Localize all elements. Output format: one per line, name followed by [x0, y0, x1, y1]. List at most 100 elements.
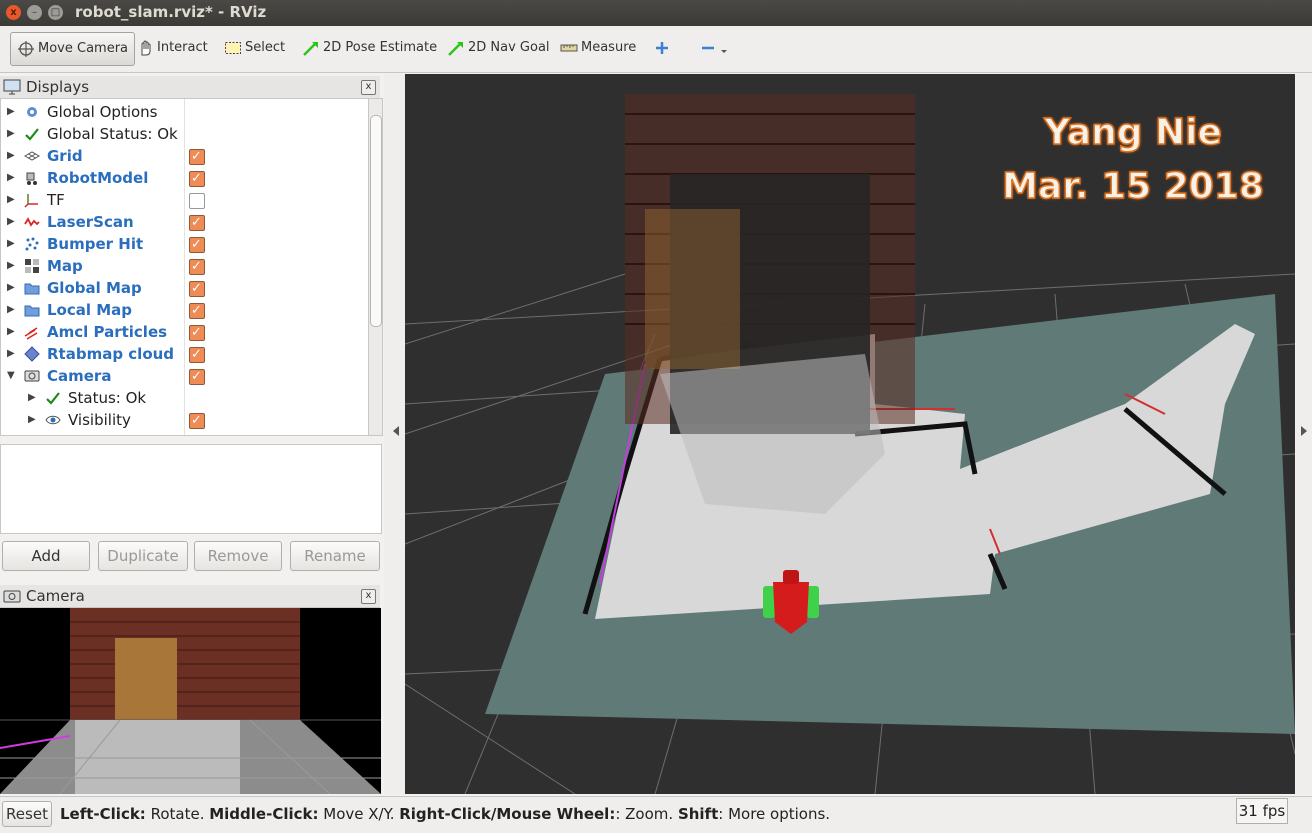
- window-title: robot_slam.rviz* - RViz: [75, 3, 267, 21]
- minimize-window-button[interactable]: –: [27, 5, 42, 20]
- select-button[interactable]: Select: [224, 35, 285, 61]
- overlay-line-2: Mar. 15 2018: [1001, 165, 1264, 208]
- close-displays-button[interactable]: x: [361, 80, 376, 95]
- scrollbar-thumb[interactable]: [370, 115, 382, 327]
- remove-button[interactable]: Remove: [194, 541, 282, 571]
- duplicate-button[interactable]: Duplicate: [98, 541, 188, 571]
- measure-label: Measure: [581, 40, 637, 55]
- display-item-label: Amcl Particles: [47, 323, 168, 341]
- measure-button[interactable]: Measure: [560, 35, 636, 61]
- hand-icon: [141, 40, 151, 55]
- collapsed-arrow-icon[interactable]: ▶: [7, 233, 15, 255]
- select-label: Select: [245, 40, 286, 55]
- collapsed-arrow-icon[interactable]: ▶: [28, 387, 36, 409]
- collapsed-arrow-icon[interactable]: ▶: [7, 255, 15, 277]
- check-icon: [25, 128, 39, 141]
- camera-view[interactable]: [0, 608, 381, 794]
- axes-icon: [24, 194, 38, 208]
- displays-scrollbar[interactable]: [368, 98, 383, 436]
- display-item-global-options[interactable]: ▶ Global Options: [1, 101, 367, 123]
- enable-checkbox[interactable]: [189, 410, 205, 432]
- display-item-laserscan[interactable]: ▶ LaserScan: [1, 211, 367, 234]
- laser-icon: [24, 217, 40, 227]
- collapsed-arrow-icon[interactable]: ▶: [7, 167, 15, 189]
- enable-checkbox[interactable]: [189, 300, 205, 322]
- enable-checkbox[interactable]: [189, 168, 205, 190]
- display-item-map[interactable]: ▶ Map: [1, 255, 367, 278]
- display-item-amcl-particles[interactable]: ▶ Amcl Particles: [1, 321, 367, 344]
- green-arrow-icon: [448, 41, 463, 56]
- collapsed-arrow-icon[interactable]: ▶: [7, 277, 15, 299]
- reset-button[interactable]: Reset: [2, 801, 52, 827]
- collapsed-arrow-icon[interactable]: ▶: [7, 189, 15, 211]
- 2d-pose-estimate-label: 2D Pose Estimate: [323, 40, 438, 55]
- collapsed-arrow-icon[interactable]: ▶: [7, 123, 15, 145]
- display-item-local-map[interactable]: ▶ Local Map: [1, 299, 367, 322]
- enable-checkbox[interactable]: [189, 146, 205, 168]
- display-item-visibility[interactable]: ▶ Visibility: [1, 409, 367, 432]
- collapsed-arrow-icon[interactable]: ▶: [7, 101, 15, 123]
- add-button[interactable]: Add: [2, 541, 90, 571]
- door-cloud: [645, 209, 740, 369]
- close-window-button[interactable]: x: [6, 5, 21, 20]
- collapsed-arrow-icon[interactable]: ▶: [7, 299, 15, 321]
- displays-panel-header: Displays x: [0, 76, 380, 99]
- hint-move: Move X/Y.: [318, 805, 400, 823]
- enable-checkbox[interactable]: [189, 234, 205, 256]
- collapsed-arrow-icon[interactable]: ▶: [7, 145, 15, 167]
- add-tool-button[interactable]: [654, 35, 673, 61]
- enable-checkbox[interactable]: [189, 256, 205, 278]
- hint-rotate: Rotate.: [145, 805, 210, 823]
- display-item-label: TF: [47, 191, 65, 209]
- left-splitter[interactable]: [384, 74, 406, 794]
- eye-icon: [45, 415, 61, 425]
- cloud-icon: [24, 346, 40, 362]
- display-item-label: RobotModel: [47, 169, 149, 187]
- enable-checkbox[interactable]: [189, 278, 205, 300]
- status-hint: Left-Click: Rotate. Middle-Click: Move X…: [60, 805, 830, 823]
- displays-title: Displays: [26, 78, 90, 96]
- display-item-grid[interactable]: ▶ Grid: [1, 145, 367, 168]
- enable-checkbox[interactable]: [189, 344, 205, 366]
- maximize-window-button[interactable]: □: [48, 5, 63, 20]
- property-description-area: [0, 444, 382, 534]
- grid-icon: [24, 151, 40, 161]
- enable-checkbox[interactable]: [189, 366, 205, 388]
- display-item-robotmodel[interactable]: ▶ RobotModel: [1, 167, 367, 190]
- hint-right-click: Right-Click/Mouse Wheel:: [399, 805, 616, 823]
- display-item-label: Global Options: [47, 103, 158, 121]
- move-camera-button[interactable]: Move Camera: [10, 32, 136, 66]
- 2d-nav-goal-button[interactable]: 2D Nav Goal: [447, 35, 550, 61]
- collapsed-arrow-icon[interactable]: ▶: [7, 211, 15, 233]
- close-camera-button[interactable]: x: [361, 589, 376, 604]
- plus-icon: [656, 41, 668, 54]
- display-item-label: Global Map: [47, 279, 142, 297]
- interact-button[interactable]: Interact: [136, 35, 208, 61]
- right-splitter[interactable]: [1296, 74, 1312, 794]
- display-item-status-ok[interactable]: ▶ Status: Ok: [1, 387, 367, 409]
- display-item-bumper-hit[interactable]: ▶ Bumper Hit: [1, 233, 367, 256]
- 2d-pose-estimate-button[interactable]: 2D Pose Estimate: [302, 35, 437, 61]
- collapsed-arrow-icon[interactable]: ▶: [28, 409, 36, 431]
- hint-left-click: Left-Click:: [60, 805, 146, 823]
- rename-button[interactable]: Rename: [290, 541, 380, 571]
- display-item-camera[interactable]: ▼ Camera: [1, 365, 367, 388]
- display-item-rtabmap-cloud[interactable]: ▶ Rtabmap cloud: [1, 343, 367, 366]
- display-item-global-map[interactable]: ▶ Global Map: [1, 277, 367, 300]
- green-arrow-icon: [303, 41, 318, 56]
- enable-checkbox[interactable]: [189, 212, 205, 234]
- collapsed-arrow-icon[interactable]: ▶: [7, 343, 15, 365]
- toolbar: Move Camera Interact Select 2D Pose Esti…: [0, 26, 1312, 73]
- folder-icon: [24, 305, 40, 317]
- enable-checkbox[interactable]: [189, 322, 205, 344]
- expanded-arrow-icon[interactable]: ▼: [7, 365, 15, 387]
- map-icon: [25, 259, 39, 273]
- display-item-global-status-ok[interactable]: ▶ Global Status: Ok: [1, 123, 367, 145]
- display-item-tf[interactable]: ▶ TF: [1, 189, 367, 211]
- hint-shift: Shift: [677, 805, 719, 823]
- enable-checkbox[interactable]: [189, 193, 205, 209]
- remove-tool-button[interactable]: [700, 35, 733, 61]
- interact-label: Interact: [157, 40, 208, 55]
- collapsed-arrow-icon[interactable]: ▶: [7, 321, 15, 343]
- 3d-render-viewport[interactable]: Yang Nie Mar. 15 2018: [405, 74, 1295, 794]
